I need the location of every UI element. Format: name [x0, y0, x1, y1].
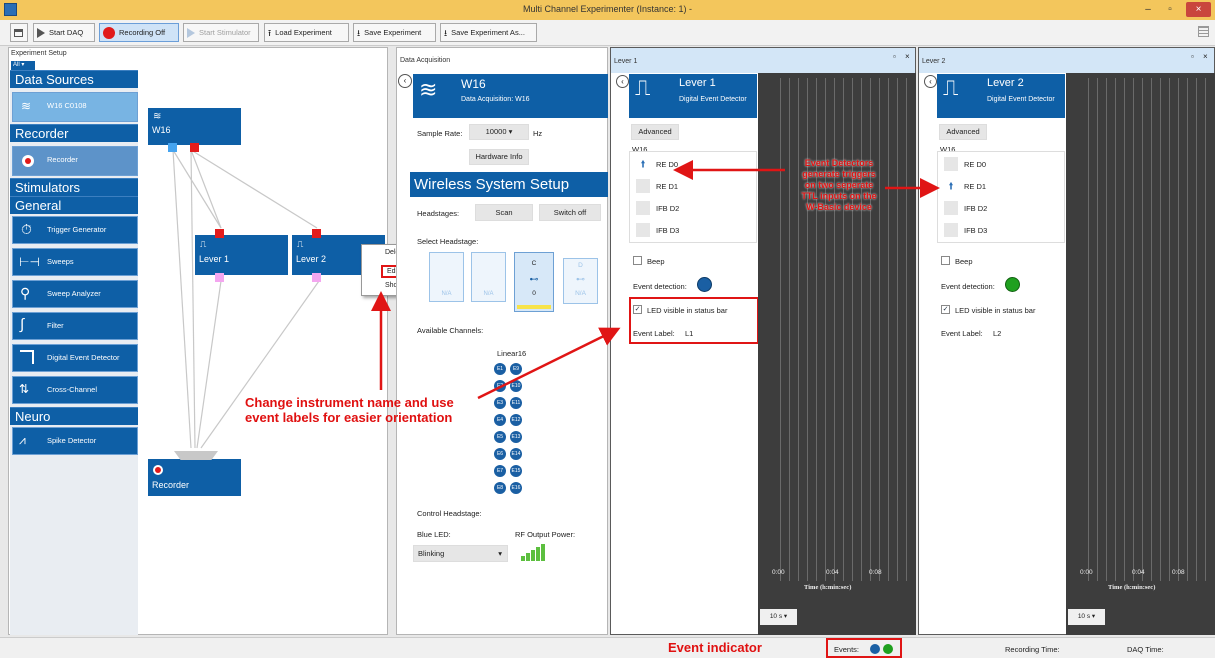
- annotation-line: Event Detectors: [804, 158, 874, 168]
- event-led-l2: [883, 644, 893, 654]
- annotation-line: on two seperate: [804, 180, 874, 190]
- annotation-arrows: [371, 160, 940, 658]
- annotation-line: Change instrument name and use: [245, 395, 454, 410]
- status-bar: Event indicator Events: Recording Time: …: [0, 637, 1215, 658]
- event-indicator-box: Events:: [826, 638, 902, 658]
- events-label: Events:: [834, 645, 860, 654]
- recording-time-label: Recording Time:: [1005, 645, 1060, 654]
- annotation-event-indicator: Event indicator: [668, 640, 762, 655]
- annotation-line: generate triggers: [802, 169, 876, 179]
- annotation-line: TTL inputs on the: [801, 191, 877, 201]
- annotation-line: event labels for easier orientation: [245, 410, 453, 425]
- annotation-line: W-Basic device: [806, 202, 872, 212]
- event-led-l1: [870, 644, 880, 654]
- daq-time-label: DAQ Time:: [1127, 645, 1164, 654]
- annotation-change-name: Change instrument name and use event lab…: [245, 395, 454, 425]
- annotation-event-detectors: Event Detectors generate triggers on two…: [788, 158, 890, 213]
